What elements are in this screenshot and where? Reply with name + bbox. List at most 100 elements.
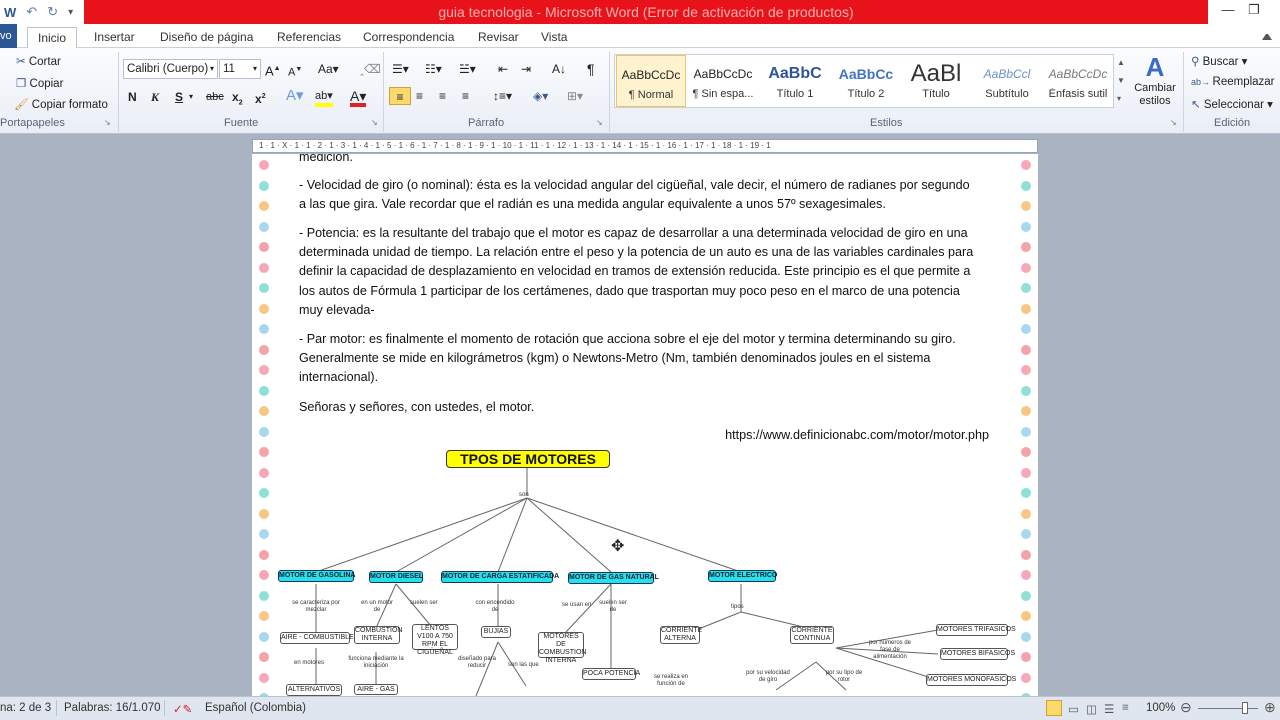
highlight-icon[interactable]: ab▾ xyxy=(315,87,333,107)
italic-icon[interactable]: K xyxy=(151,88,159,106)
document-workspace[interactable]: 1 · 1 · X · 1 · 1 · 2 · 1 · 3 · 1 · 4 · … xyxy=(0,134,1280,696)
style-normal[interactable]: AaBbCcDc ¶ Normal xyxy=(616,55,686,107)
font-color-icon[interactable]: A▾ xyxy=(350,87,367,107)
separator xyxy=(383,52,384,132)
font-name-select[interactable]: Calibri (Cuerpo) ▾ xyxy=(123,59,218,79)
outline-icon[interactable]: ☰ xyxy=(1104,702,1114,716)
line-spacing-icon[interactable]: ↕≡▾ xyxy=(493,87,512,105)
status-page[interactable]: na: 2 de 3 xyxy=(0,702,51,714)
superscript-icon[interactable]: x2 xyxy=(255,88,266,106)
font-size-select[interactable]: 11 ▾ xyxy=(219,59,261,79)
tab-archivo[interactable]: vo xyxy=(0,24,17,48)
clear-format-icon[interactable]: ꞈ⌫ xyxy=(360,60,381,78)
gallery-scroll-up-icon[interactable]: ▲ xyxy=(1117,58,1125,67)
undo-icon[interactable]: ↶ xyxy=(26,4,37,20)
draft-icon[interactable]: ≡ xyxy=(1122,702,1129,714)
paragraph-launcher-icon[interactable]: ↘ xyxy=(596,118,603,127)
style-title[interactable]: AaBl Título xyxy=(901,55,971,107)
format-painter-button[interactable]: 🖌 Copiar formato xyxy=(14,97,108,111)
text-effects-icon[interactable]: A▾ xyxy=(286,87,304,105)
zoom-in-icon[interactable]: ⊕ xyxy=(1264,699,1276,716)
zoom-out-icon[interactable]: ⊖ xyxy=(1180,699,1192,716)
border-dot xyxy=(259,529,269,539)
find-button[interactable]: ⚲ Buscar ▾ xyxy=(1191,54,1247,68)
style-heading-2[interactable]: AaBbCc Título 2 xyxy=(831,55,901,107)
collapse-ribbon-icon[interactable] xyxy=(1262,30,1272,40)
tab-inicio[interactable]: Inicio xyxy=(27,27,78,49)
redo-icon[interactable]: ↻ xyxy=(47,4,58,20)
border-dot xyxy=(259,303,269,314)
font-group-label: Fuente xyxy=(224,117,259,129)
chevron-down-icon[interactable]: ▾ xyxy=(189,88,193,106)
tab-insertar[interactable]: Insertar xyxy=(84,27,145,48)
font-launcher-icon[interactable]: ↘ xyxy=(371,118,378,127)
styles-launcher-icon[interactable]: ↘ xyxy=(1170,118,1177,127)
styles-gallery: AaBbCcDc ¶ Normal AaBbCcDc ¶ Sin espa...… xyxy=(614,54,1114,108)
label-diesel-3: funciona mediante la iniciación xyxy=(348,656,404,669)
decrease-indent-icon[interactable]: ⇤ xyxy=(498,60,508,78)
full-screen-icon[interactable]: ▭ xyxy=(1068,702,1079,716)
bullets-icon[interactable]: ☰▾ xyxy=(392,60,409,78)
multilevel-list-icon[interactable]: ☱▾ xyxy=(459,60,476,78)
strikethrough-icon[interactable]: abc xyxy=(206,88,224,106)
border-dot xyxy=(259,426,269,437)
copy-button[interactable]: ❐ Copiar xyxy=(16,76,63,90)
grow-font-icon[interactable]: A▲ xyxy=(265,60,281,78)
tab-diseno-pagina[interactable]: Diseño de página xyxy=(150,27,263,48)
tab-revisar[interactable]: Revisar xyxy=(468,27,529,48)
customize-qat-icon[interactable]: ▾ xyxy=(68,7,73,18)
concept-map-title: TPOS DE MOTORES xyxy=(446,450,610,468)
web-layout-icon[interactable]: ◫ xyxy=(1086,702,1097,716)
gallery-scroll-down-icon[interactable]: ▼ xyxy=(1117,76,1125,85)
word-app-icon[interactable]: W xyxy=(4,5,16,20)
numbering-icon[interactable]: ☷▾ xyxy=(425,60,442,78)
change-case-icon[interactable]: Aa▾ xyxy=(318,60,339,78)
restore-icon[interactable]: ❐ xyxy=(1244,2,1264,20)
status-language[interactable]: Español (Colombia) xyxy=(205,702,306,714)
align-right-icon[interactable]: ≡ xyxy=(439,87,446,105)
align-left-icon[interactable]: ≡ xyxy=(389,87,411,105)
change-styles-button[interactable]: A Cambiar estilos xyxy=(1130,52,1180,116)
bold-icon[interactable]: N xyxy=(128,88,137,106)
print-layout-icon[interactable] xyxy=(1046,700,1062,716)
borders-icon[interactable]: ⊞▾ xyxy=(567,87,583,105)
border-dot xyxy=(259,221,269,232)
horizontal-ruler[interactable]: 1 · 1 · X · 1 · 1 · 2 · 1 · 3 · 1 · 4 · … xyxy=(252,139,1038,153)
cut-button[interactable]: ✂ Cortar xyxy=(16,54,61,68)
underline-icon[interactable]: S xyxy=(175,88,183,106)
gallery-more-icon[interactable]: ▾ xyxy=(1117,94,1121,103)
chevron-down-icon: ▾ xyxy=(252,64,257,73)
ribbon-tabs: Inicio Insertar Diseño de página Referen… xyxy=(0,24,1280,49)
document-page[interactable]: medición. - Velocidad de giro (o nominal… xyxy=(252,154,1038,696)
zoom-slider-handle[interactable] xyxy=(1242,702,1248,714)
style-no-spacing[interactable]: AaBbCcDc ¶ Sin espa... xyxy=(688,55,758,107)
justify-icon[interactable]: ≡ xyxy=(462,87,469,105)
subscript-icon[interactable]: x2 xyxy=(232,88,243,106)
replace-button[interactable]: ab→ Reemplazar xyxy=(1191,76,1275,88)
status-words[interactable]: Palabras: 16/1.070 xyxy=(64,702,161,714)
border-dot xyxy=(1021,385,1031,396)
tab-correspondencia[interactable]: Correspondencia xyxy=(353,27,464,48)
border-dot xyxy=(259,549,269,560)
border-dot xyxy=(1021,262,1031,273)
proofing-icon[interactable]: ✓✎ xyxy=(173,702,192,716)
chevron-down-icon: ▾ xyxy=(209,64,214,73)
label-diesel-1: en un motor de xyxy=(360,600,394,613)
select-button[interactable]: ↖ Seleccionar ▾ xyxy=(1191,97,1273,111)
style-subtle-emphasis[interactable]: AaBbCcDc Énfasis sutil xyxy=(1043,55,1113,107)
style-heading-1[interactable]: AaBbC Título 1 xyxy=(760,55,830,107)
show-formatting-icon[interactable]: ¶ xyxy=(587,60,595,78)
clipboard-launcher-icon[interactable]: ↘ xyxy=(104,118,111,127)
style-subtitle[interactable]: AaBbCcl Subtítulo xyxy=(972,55,1042,107)
tab-referencias[interactable]: Referencias xyxy=(267,27,351,48)
sort-icon[interactable]: A↓ xyxy=(552,60,566,78)
shading-icon[interactable]: ◈▾ xyxy=(533,87,548,105)
status-zoom[interactable]: 100% xyxy=(1146,702,1175,714)
source-url: https://www.definicionabc.com/motor/moto… xyxy=(725,428,989,442)
tab-vista[interactable]: Vista xyxy=(531,27,577,48)
minimize-icon[interactable]: — xyxy=(1218,2,1238,20)
increase-indent-icon[interactable]: ⇥ xyxy=(521,60,531,78)
zoom-slider[interactable] xyxy=(1198,708,1258,709)
shrink-font-icon[interactable]: A▼ xyxy=(288,61,302,79)
align-center-icon[interactable]: ≡ xyxy=(416,87,423,105)
